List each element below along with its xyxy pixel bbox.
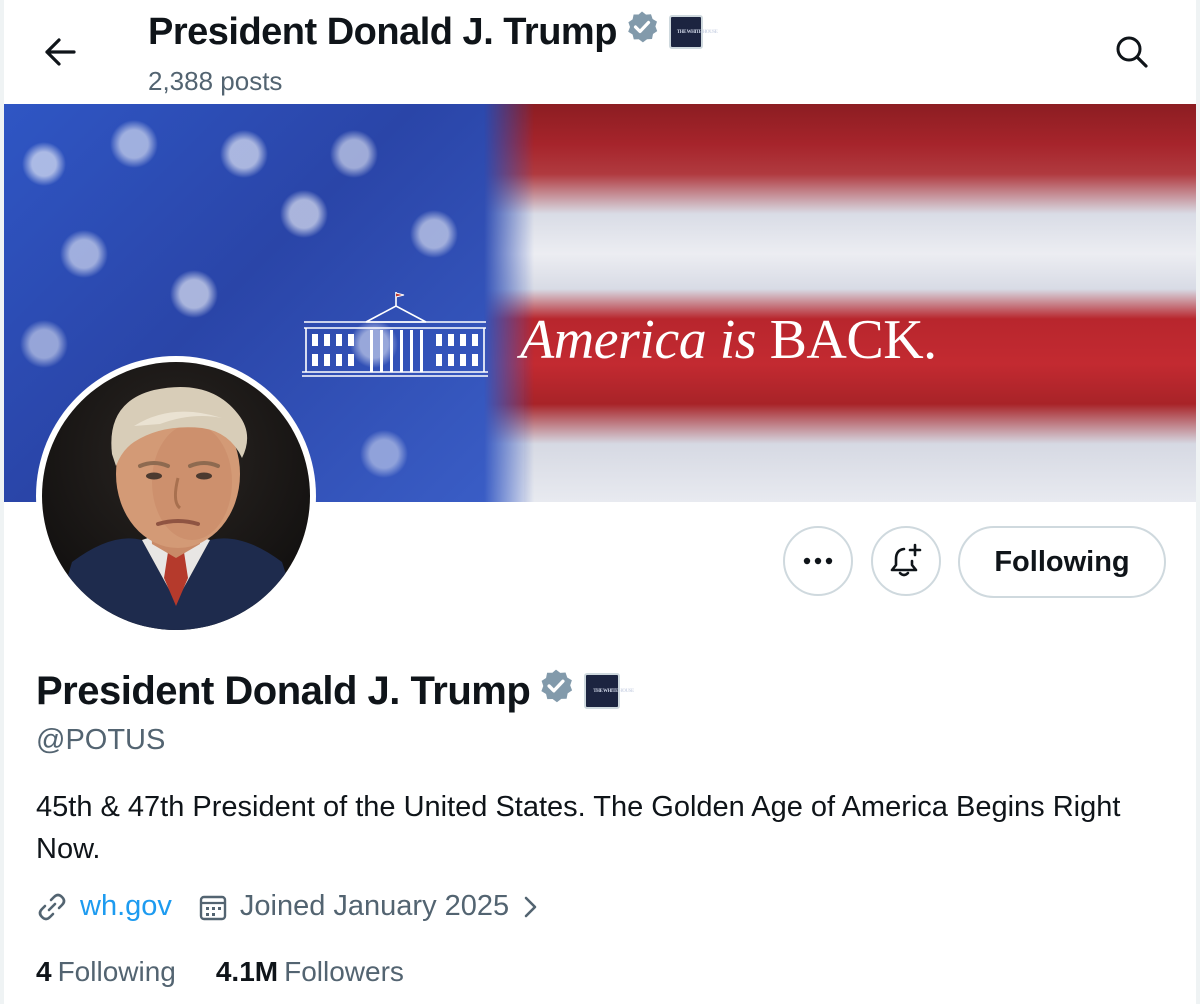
followers-label: Followers	[284, 956, 404, 987]
profile-name: President Donald J. Trump THE WHITE HOUS…	[36, 668, 634, 714]
joined-item[interactable]: Joined January 2025	[198, 890, 541, 923]
white-house-affiliation-icon[interactable]: THE WHITE HOUSE	[584, 673, 634, 709]
affiliation-badge-text: THE WHITE HOUSE	[593, 688, 634, 694]
following-button[interactable]: Following	[958, 526, 1166, 598]
search-icon	[1116, 36, 1148, 68]
header-title: President Donald J. Trump THE WHITE HOUS…	[148, 10, 718, 54]
back-button[interactable]	[38, 30, 82, 74]
following-count: 4	[36, 956, 52, 987]
profile-name-text: President Donald J. Trump	[36, 668, 531, 713]
affiliation-badge-text: THE WHITE HOUSE	[676, 29, 718, 35]
calendar-icon	[199, 895, 227, 920]
white-house-affiliation-icon[interactable]: THE WHITE HOUSE	[668, 15, 718, 49]
search-button[interactable]	[1108, 28, 1156, 76]
banner-tagline-italic: America is	[520, 309, 757, 371]
more-dots-icon	[803, 557, 833, 565]
profile-bio: 45th & 47th President of the United Stat…	[36, 791, 1121, 865]
website-item[interactable]: wh.gov	[36, 890, 172, 923]
arrow-left-icon	[45, 38, 76, 66]
followers-count-link[interactable]: 4.1M Followers	[216, 956, 404, 988]
profile-handle: @POTUS	[36, 724, 166, 756]
profile-header: President Donald J. Trump THE WHITE HOUS…	[4, 0, 1196, 104]
portrait-illustration	[52, 387, 304, 630]
post-count: 2,388 posts	[148, 66, 283, 96]
followers-count: 4.1M	[215, 956, 279, 987]
joined-date: Joined January 2025	[239, 890, 510, 922]
bell-plus-icon	[890, 543, 922, 577]
banner-tagline-upright: BACK.	[769, 309, 938, 371]
following-count-link[interactable]: 4 Following	[36, 956, 176, 988]
banner-tagline: America is BACK.	[520, 308, 937, 372]
flag-stripes	[484, 104, 1196, 502]
avatar-photo	[42, 362, 310, 630]
link-icon	[38, 893, 66, 920]
chevron-right-icon	[524, 896, 537, 917]
profile-stats: 4 Following 4.1M Followers	[36, 956, 404, 988]
more-options-button[interactable]	[783, 526, 853, 596]
header-title-text: President Donald J. Trump	[148, 10, 617, 53]
verified-badge-icon[interactable]	[538, 668, 574, 714]
white-house-logo-icon	[302, 292, 488, 377]
website-link[interactable]: wh.gov	[80, 890, 172, 923]
avatar[interactable]	[36, 356, 316, 636]
following-label: Following	[57, 956, 176, 987]
frame-edge-right	[1196, 0, 1200, 1004]
notify-button[interactable]	[871, 526, 941, 596]
profile-meta: wh.gov Joined January 2025	[36, 890, 541, 923]
verified-badge-icon[interactable]	[625, 10, 659, 54]
